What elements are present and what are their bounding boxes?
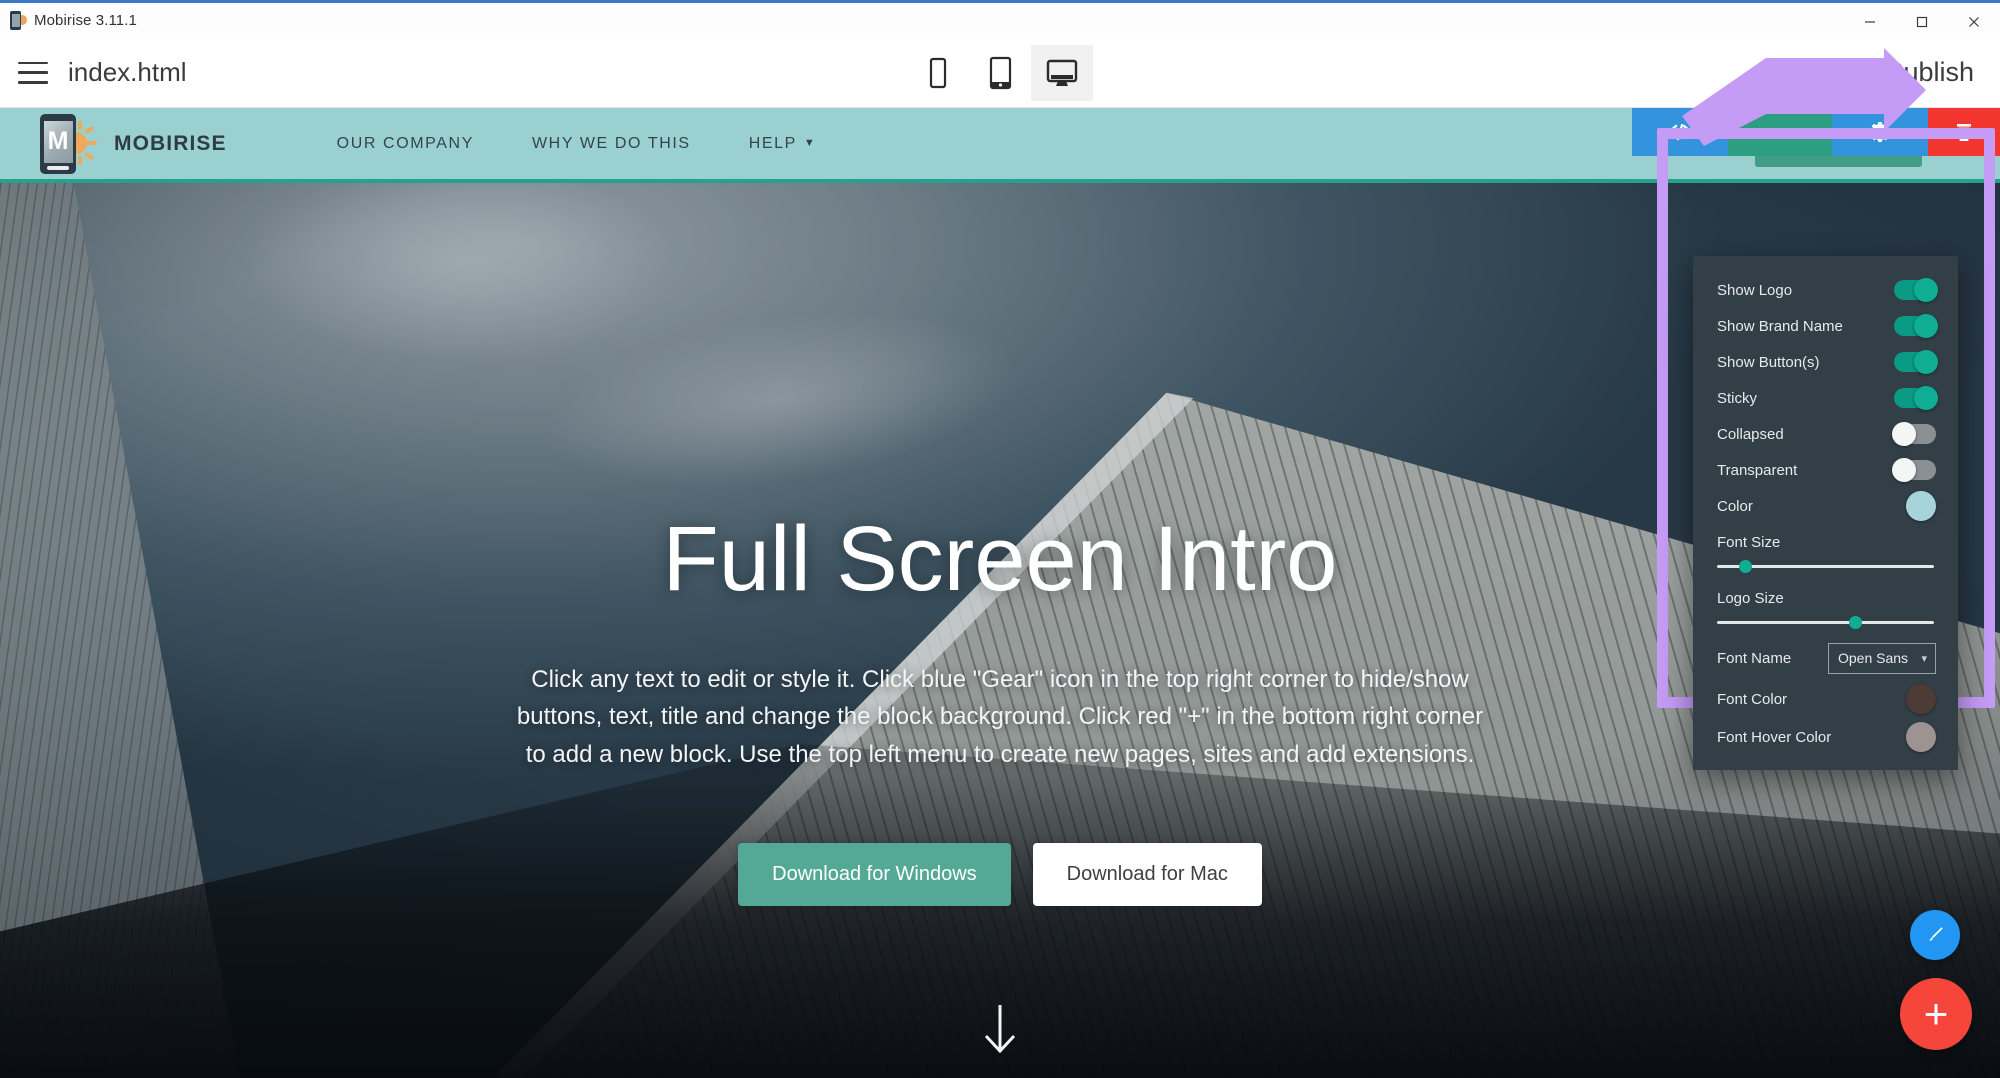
toggle-show-logo[interactable] xyxy=(1894,278,1938,302)
slider-handle-font-size[interactable] xyxy=(1738,560,1752,573)
publish-button[interactable]: Publish xyxy=(1844,57,1974,88)
navbar-links: OUR COMPANY WHY WE DO THIS HELP ▼ xyxy=(337,135,817,153)
setting-row-font-color[interactable]: Font Color xyxy=(1693,680,1958,718)
color-swatch-font[interactable] xyxy=(1906,684,1936,714)
code-brackets-icon xyxy=(1667,123,1693,141)
navbar-brand[interactable]: M MOBIRISE xyxy=(34,110,227,178)
chevron-down-icon: ▼ xyxy=(803,137,817,149)
toggle-show-buttons[interactable] xyxy=(1894,350,1938,374)
slider-handle-logo-size[interactable] xyxy=(1849,616,1863,629)
code-editor-button[interactable] xyxy=(1632,108,1728,156)
setting-row-show-logo[interactable]: Show Logo xyxy=(1693,272,1958,308)
setting-label: Font Name xyxy=(1717,649,1792,667)
color-swatch-font-hover[interactable] xyxy=(1906,722,1936,752)
mobile-preview-button[interactable] xyxy=(907,45,969,101)
toggle-collapsed[interactable] xyxy=(1892,422,1936,446)
style-brush-fab-button[interactable] xyxy=(1910,910,1960,960)
setting-label-font-size: Font Size xyxy=(1717,534,1781,551)
window-title: Mobirise 3.11.1 xyxy=(34,12,137,29)
slider-font-size[interactable] xyxy=(1717,560,1934,573)
window-title-bar: Mobirise 3.11.1 xyxy=(0,0,2000,38)
block-drag-handle[interactable] xyxy=(1728,108,1832,156)
toggle-show-brand-name[interactable] xyxy=(1894,314,1938,338)
current-file-name: index.html xyxy=(68,57,187,87)
slider-wrap-font-size xyxy=(1693,551,1958,580)
setting-label: Show Button(s) xyxy=(1717,353,1820,371)
setting-label: Show Logo xyxy=(1717,281,1793,299)
brush-icon xyxy=(1929,927,1943,942)
setting-row-sticky[interactable]: Sticky xyxy=(1693,380,1958,416)
toggle-transparent[interactable] xyxy=(1892,458,1936,482)
setting-label: Sticky xyxy=(1717,389,1758,407)
window-controls xyxy=(1844,3,2000,41)
toggle-sticky[interactable] xyxy=(1894,386,1938,410)
close-button[interactable] xyxy=(1948,3,2000,41)
nav-link-label: OUR COMPANY xyxy=(336,134,474,152)
nav-link-why-we-do-this[interactable]: WHY WE DO THIS xyxy=(532,135,691,153)
navbar-brand-name: MOBIRISE xyxy=(114,131,227,155)
trash-icon xyxy=(1957,124,1971,141)
scroll-down-arrow-icon[interactable] xyxy=(977,1003,1023,1064)
gear-icon xyxy=(1870,122,1890,142)
app-toolbar: index.html Publish xyxy=(0,38,2000,108)
navbar-settings-panel: Show Logo Show Brand Name Show Button(s)… xyxy=(1693,256,1958,770)
publish-label: Publish xyxy=(1885,57,1974,87)
mobirise-phone-sun-logo: M xyxy=(34,110,100,178)
setting-label: Font Hover Color xyxy=(1717,728,1832,746)
setting-row-color[interactable]: Color xyxy=(1693,488,1958,524)
mobirise-app-window: Mobirise 3.11.1 index.html Publish M MOB… xyxy=(0,0,2000,1078)
website-preview-canvas: M MOBIRISE OUR COMPANY WHY WE DO THIS HE… xyxy=(0,108,2000,1078)
maximize-button[interactable] xyxy=(1896,3,1948,41)
hamburger-menu-icon[interactable] xyxy=(18,61,48,84)
block-settings-gear-button[interactable] xyxy=(1832,108,1928,156)
device-preview-switcher xyxy=(907,38,1093,108)
color-swatch-navbar[interactable] xyxy=(1906,491,1936,521)
setting-label: Transparent xyxy=(1717,461,1798,479)
mobirise-logo-icon xyxy=(10,11,27,30)
nav-link-our-company[interactable]: OUR COMPANY xyxy=(337,135,474,153)
font-name-value: Open Sans xyxy=(1838,650,1909,666)
slider-wrap-logo-size xyxy=(1693,607,1958,636)
setting-label: Color xyxy=(1717,497,1753,515)
desktop-preview-button[interactable] xyxy=(1031,44,1093,101)
tablet-preview-button[interactable] xyxy=(969,45,1031,101)
delete-block-button[interactable] xyxy=(1928,108,2000,156)
setting-row-font-name[interactable]: Font Name Open Sans ▾ xyxy=(1693,636,1958,680)
setting-label: Show Brand Name xyxy=(1717,317,1843,335)
nav-link-help[interactable]: HELP ▼ xyxy=(749,135,817,153)
logo-letter: M xyxy=(47,127,69,155)
setting-row-font-hover-color[interactable]: Font Hover Color xyxy=(1693,718,1958,756)
setting-row-collapsed[interactable]: Collapsed xyxy=(1693,416,1958,452)
setting-label: Collapsed xyxy=(1717,425,1784,443)
chevron-down-icon: ▾ xyxy=(1921,652,1927,665)
setting-row-transparent[interactable]: Transparent xyxy=(1693,452,1958,488)
minimize-button[interactable] xyxy=(1844,3,1896,41)
font-name-select[interactable]: Open Sans ▾ xyxy=(1828,642,1936,674)
block-action-toolbar xyxy=(1632,108,2000,156)
add-block-fab-button[interactable]: + xyxy=(1900,978,1972,1050)
cloud-upload-icon xyxy=(1847,63,1872,81)
setting-label-logo-size: Logo Size xyxy=(1717,590,1784,607)
setting-row-show-buttons[interactable]: Show Button(s) xyxy=(1693,344,1958,380)
nav-link-label: WHY WE DO THIS xyxy=(531,134,691,152)
setting-row-show-brand-name[interactable]: Show Brand Name xyxy=(1693,308,1958,344)
slider-logo-size[interactable] xyxy=(1717,616,1934,629)
nav-link-label: HELP xyxy=(748,134,797,152)
setting-label: Font Color xyxy=(1717,690,1788,708)
